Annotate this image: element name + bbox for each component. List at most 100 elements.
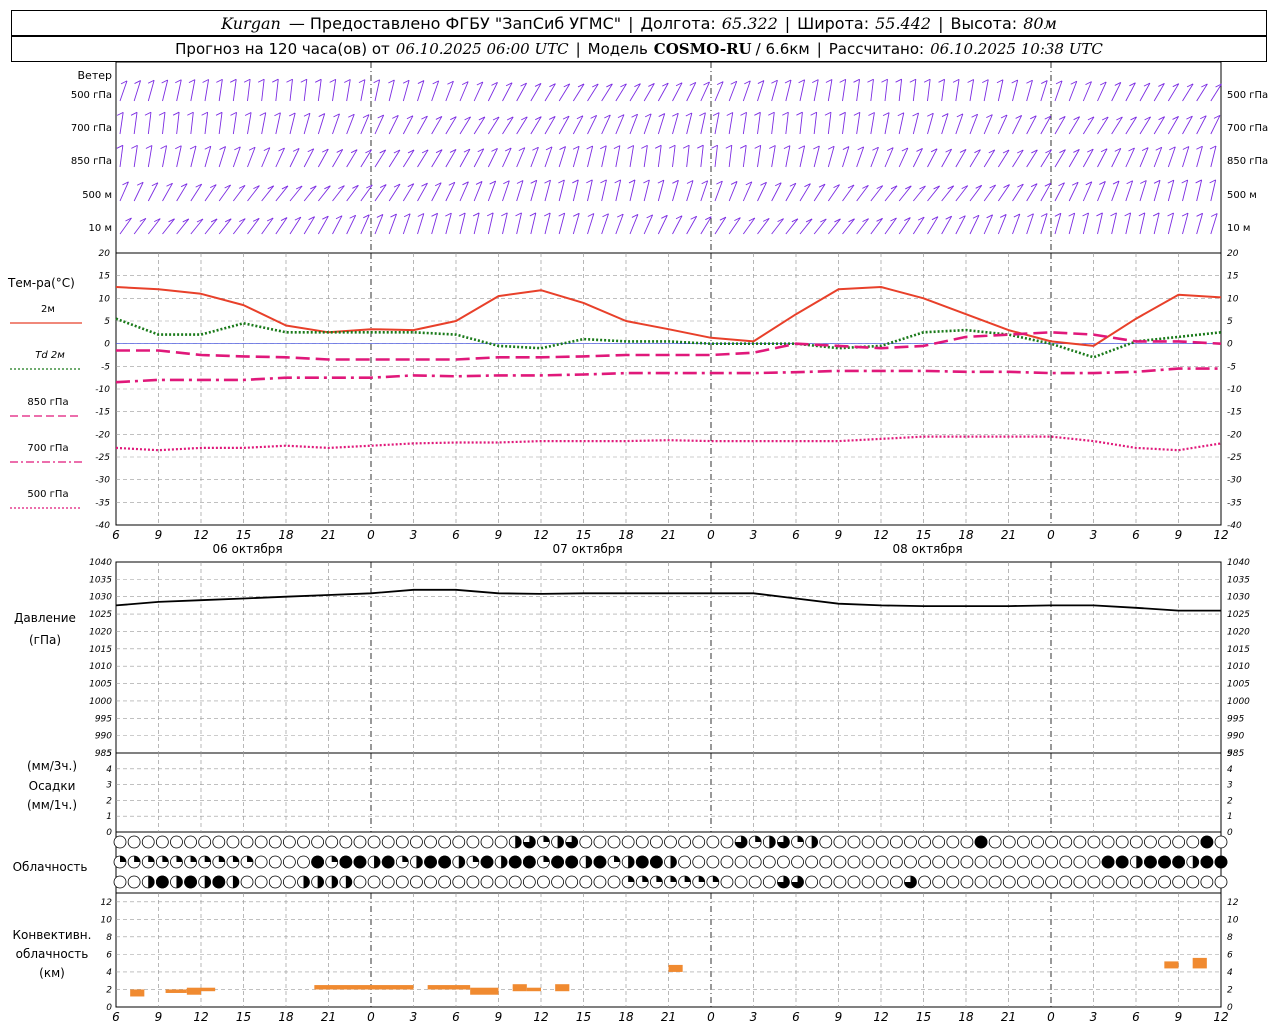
wind-barb bbox=[232, 185, 246, 202]
wind-barb bbox=[487, 212, 494, 235]
cloud-symbol bbox=[593, 875, 607, 889]
prec-ytick-left: 1 bbox=[106, 812, 112, 822]
wind-barb bbox=[1111, 148, 1122, 168]
pres-ytick-right: 990 bbox=[1227, 732, 1244, 742]
wind-barb bbox=[785, 218, 799, 235]
wind-barb bbox=[317, 79, 322, 102]
x-tick-label: 18 bbox=[958, 528, 974, 542]
wind-barb bbox=[643, 145, 648, 168]
wind-barb bbox=[1153, 147, 1163, 168]
cloud-symbol bbox=[466, 835, 480, 849]
wind-barb bbox=[842, 79, 847, 102]
wind-barb-flag bbox=[158, 111, 166, 116]
wind-barb bbox=[459, 181, 469, 202]
x-tick-label: 6 bbox=[792, 1010, 800, 1024]
wind-barb-flag bbox=[201, 111, 208, 116]
cloud-symbol-fill bbox=[628, 856, 635, 868]
x-tick-label: 6 bbox=[792, 528, 800, 542]
x-tick-label: 6 bbox=[1132, 1010, 1140, 1024]
cloud-symbol bbox=[395, 835, 409, 849]
wind-barb bbox=[487, 180, 497, 202]
wind-barb bbox=[813, 79, 819, 102]
cloud-symbol bbox=[1016, 855, 1030, 869]
cloud-symbol bbox=[791, 855, 804, 869]
wind-barb bbox=[1167, 212, 1174, 235]
wind-barb-flag bbox=[243, 78, 251, 83]
cloud-symbol-fill bbox=[1214, 855, 1228, 869]
x-tick-label: 18 bbox=[618, 528, 634, 542]
wind-barb-flag bbox=[909, 78, 917, 83]
wind-barb bbox=[232, 112, 237, 135]
wind-barb bbox=[502, 212, 508, 235]
x-tick-label: 12 bbox=[873, 528, 888, 542]
wind-barb bbox=[190, 218, 204, 235]
pres-ytick-right: 1025 bbox=[1227, 610, 1250, 620]
day-label: 07 октября bbox=[552, 542, 622, 556]
cloud-symbol bbox=[918, 875, 931, 889]
wind-barb bbox=[1196, 146, 1203, 168]
wind-barb bbox=[842, 112, 846, 135]
wind-barb bbox=[728, 145, 733, 168]
cloud-symbol bbox=[777, 855, 790, 869]
cloud-symbol bbox=[819, 855, 833, 869]
cloud-symbol bbox=[819, 835, 833, 849]
wind-barb bbox=[502, 147, 512, 168]
cloud-symbol bbox=[311, 835, 325, 849]
conv-bar bbox=[668, 964, 683, 972]
wind-barb bbox=[700, 112, 706, 135]
wind-barb-flag bbox=[344, 79, 351, 83]
cloud-symbol bbox=[875, 855, 889, 869]
wind-level-label-right: 700 гПа bbox=[1227, 123, 1268, 134]
x-tick-label: 0 bbox=[367, 528, 375, 542]
cloud-symbol bbox=[1158, 835, 1171, 849]
wind-barb-flag bbox=[740, 111, 747, 116]
wind-barb bbox=[473, 81, 484, 102]
wind-barb bbox=[190, 145, 197, 168]
wind-barb bbox=[643, 179, 650, 202]
wind-barb bbox=[1097, 81, 1107, 102]
wind-barb bbox=[1068, 213, 1076, 235]
wind-barb bbox=[742, 145, 747, 168]
conv-bar bbox=[130, 989, 145, 997]
cloud-symbol bbox=[508, 875, 522, 889]
wind-barb bbox=[346, 114, 355, 135]
wind-barb-flag bbox=[868, 112, 875, 116]
cloud-symbol-fill bbox=[585, 856, 592, 868]
cloud-symbol bbox=[466, 875, 480, 889]
wind-barb-flag bbox=[796, 111, 803, 116]
wind-barb bbox=[459, 81, 469, 102]
cloud-symbol-fill bbox=[698, 876, 705, 882]
wind-barb bbox=[232, 218, 246, 235]
wind-barb bbox=[204, 112, 209, 135]
wind-barb bbox=[1139, 147, 1149, 168]
x-tick-label: 21 bbox=[321, 1010, 336, 1024]
wind-barb bbox=[1012, 79, 1019, 102]
cloud-symbol bbox=[1073, 875, 1087, 889]
wind-barb bbox=[757, 182, 767, 202]
x-tick-label: 3 bbox=[410, 1010, 418, 1024]
wind-barb-flag bbox=[286, 78, 293, 83]
cloud-symbol bbox=[946, 855, 960, 869]
cloud-symbol bbox=[381, 875, 395, 889]
wind-barb bbox=[686, 112, 693, 135]
wind-barb bbox=[147, 80, 155, 102]
wind-barb bbox=[969, 185, 983, 202]
x-tick-label: 15 bbox=[236, 1010, 251, 1024]
temp-ytick-right: -5 bbox=[1227, 362, 1236, 372]
wind-barb bbox=[884, 79, 888, 102]
cloud-symbol bbox=[494, 835, 508, 849]
wind-barb bbox=[785, 145, 791, 168]
wind-barb bbox=[1153, 180, 1161, 202]
wind-barb bbox=[955, 79, 960, 102]
pres-ytick-right: 1035 bbox=[1227, 575, 1250, 585]
cloud-symbol bbox=[904, 855, 917, 869]
day-label: 06 октября bbox=[212, 542, 282, 556]
wind-barb bbox=[757, 218, 770, 235]
cloud-symbol-fill bbox=[212, 875, 226, 889]
wind-barb bbox=[898, 185, 912, 202]
cloud-symbol bbox=[1158, 875, 1171, 889]
wind-barb bbox=[332, 185, 345, 202]
cloud-symbol bbox=[1059, 835, 1073, 849]
temp-ytick-right: 20 bbox=[1227, 249, 1239, 259]
x-tick-label: 6 bbox=[112, 528, 120, 542]
